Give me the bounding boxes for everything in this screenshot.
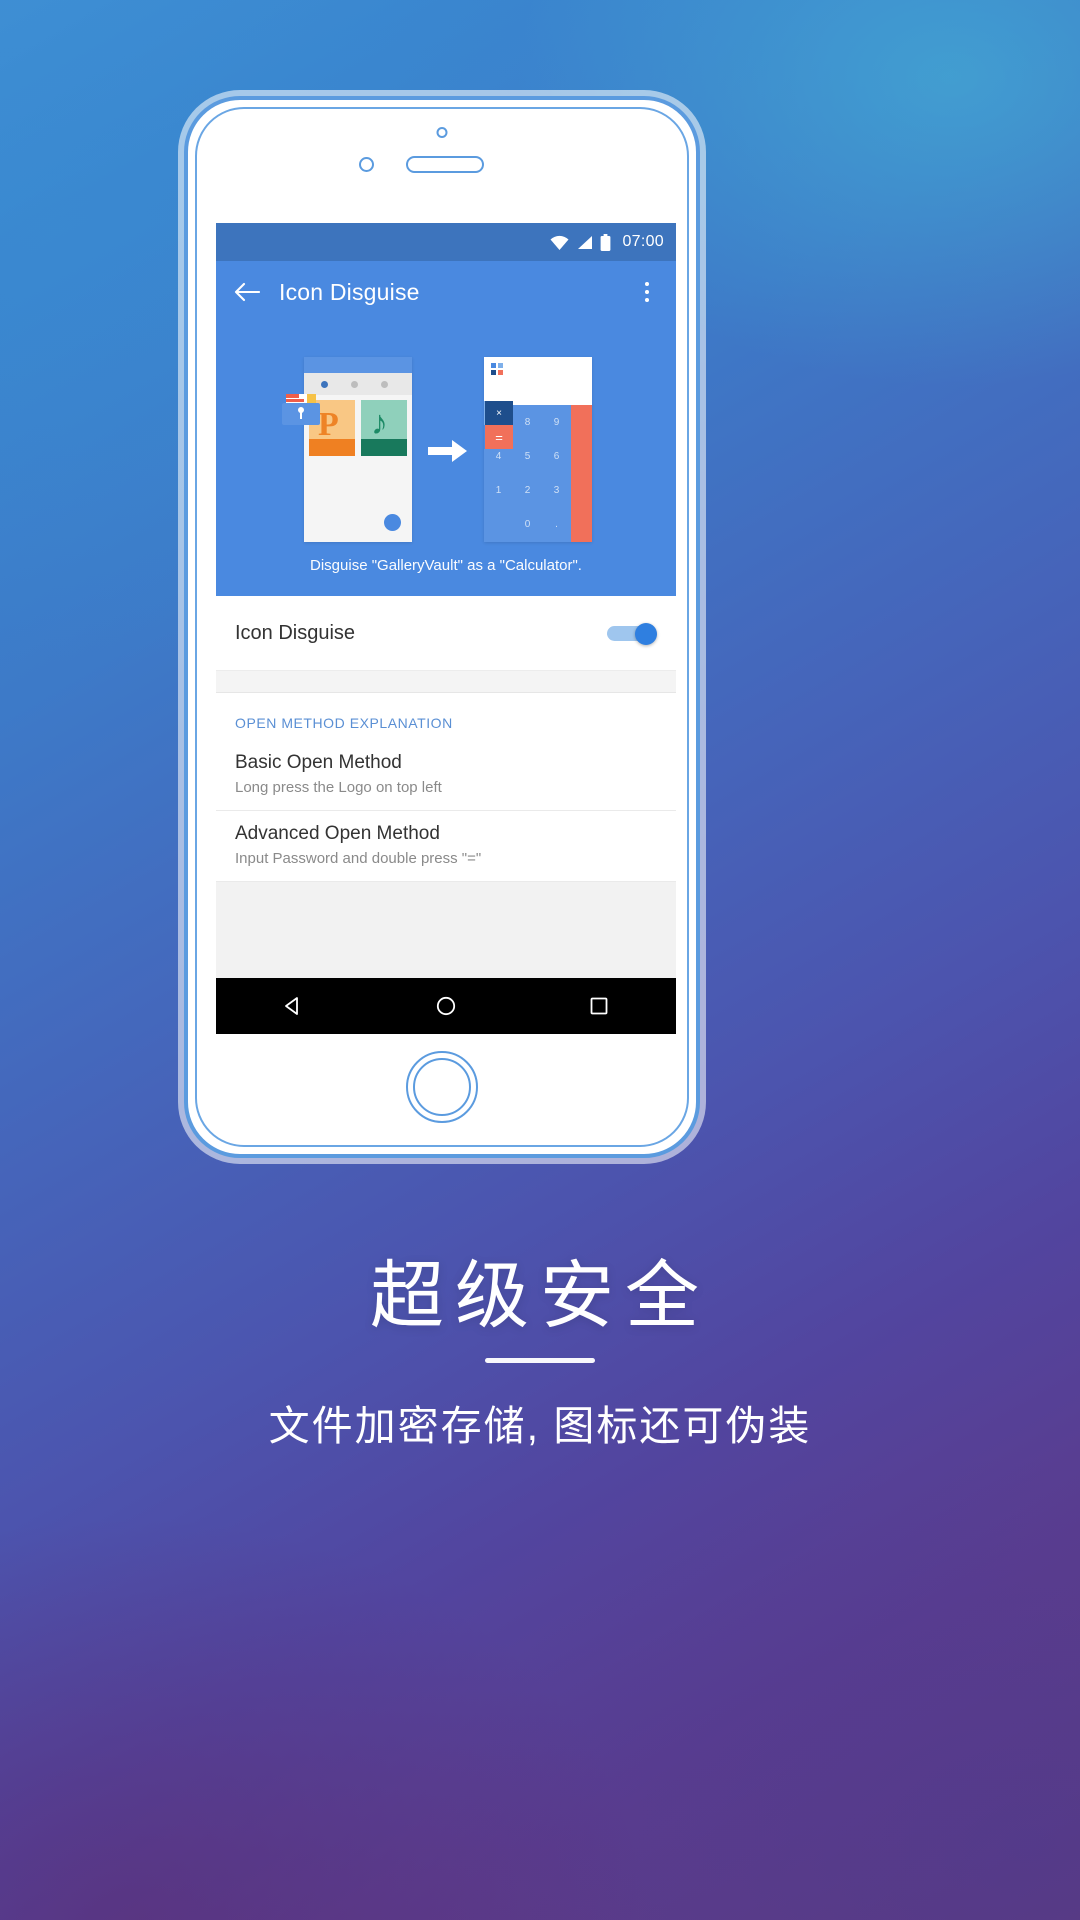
phone-front-camera: [359, 157, 374, 172]
gallery-app-mock: P ♪: [304, 357, 412, 542]
gallery-mock-statusbar: [304, 357, 412, 373]
calc-key: 3: [553, 485, 560, 497]
page-title: Icon Disguise: [279, 278, 420, 305]
android-navigation-bar: [216, 978, 676, 1034]
hero-caption: Disguise "GalleryVault" as a "Calculator…: [310, 557, 582, 574]
right-arrow-icon: [428, 439, 468, 463]
section-divider: [216, 671, 676, 693]
disguise-illustration: P ♪ 8 9 4 5 6 1 2 3 0 . × =: [216, 351, 676, 542]
calc-key: 9: [553, 416, 560, 428]
calc-key: .: [555, 519, 558, 531]
nav-home-icon[interactable]: [429, 989, 463, 1023]
lock-keyhole: [298, 407, 304, 419]
calc-key: 0: [524, 519, 531, 531]
phone-screen: 07:00 Icon Disguise P ♪ 8 9 4 5 6 1 2 3 …: [216, 223, 676, 1040]
back-arrow-icon[interactable]: [232, 277, 262, 307]
gallery-tile-left-glyph: P: [318, 406, 339, 443]
status-bar-clock: 07:00: [622, 233, 664, 250]
icon-disguise-label: Icon Disguise: [235, 621, 356, 644]
gallery-tile-music: ♪: [361, 400, 407, 456]
gallery-mock-tabs: [304, 373, 412, 395]
open-method-section-header: OPEN METHOD EXPLANATION: [216, 693, 676, 740]
calculator-mock-display: [484, 357, 592, 405]
headline-divider: [485, 1358, 595, 1363]
calculator-app-mock: 7 8 9 4 5 6 1 2 3 0 .: [484, 357, 592, 542]
icon-disguise-row[interactable]: Icon Disguise: [216, 596, 676, 671]
calc-op-times: ×: [485, 401, 513, 425]
calc-key: 1: [495, 485, 502, 497]
nav-recents-icon[interactable]: [582, 989, 616, 1023]
wifi-icon: [550, 235, 569, 250]
hero-illustration-panel: P ♪ 8 9 4 5 6 1 2 3 0 . × = Disguise "Ga…: [216, 323, 676, 596]
calc-key: 5: [524, 450, 531, 462]
icon-disguise-toggle[interactable]: [607, 622, 657, 645]
status-bar: 07:00: [216, 223, 676, 261]
calculator-operator-keys: − × + =: [484, 401, 513, 449]
calc-key: 2: [524, 485, 531, 497]
marketing-headline: 超级安全: [370, 1254, 710, 1337]
gallery-tile-right-glyph: ♪: [371, 404, 388, 442]
list-item-basic-open-method[interactable]: Basic Open Method Long press the Logo on…: [216, 740, 676, 811]
gallery-mock-grid: P ♪: [304, 395, 412, 456]
calculator-side-column: [571, 405, 592, 542]
calc-key: [484, 508, 513, 542]
list-item-subtitle: Long press the Logo on top left: [235, 779, 442, 796]
phone-earpiece-speaker: [406, 156, 484, 173]
nav-back-icon[interactable]: [276, 989, 310, 1023]
list-item-advanced-open-method[interactable]: Advanced Open Method Input Password and …: [216, 811, 676, 882]
battery-icon: [600, 233, 611, 251]
phone-top-sensor: [436, 127, 448, 138]
overflow-menu-icon[interactable]: [634, 277, 660, 307]
calc-op-equals: =: [485, 425, 513, 449]
phone-home-button[interactable]: [406, 1051, 478, 1123]
list-item-title: Advanced Open Method: [235, 823, 440, 844]
list-item-title: Basic Open Method: [235, 752, 402, 773]
empty-area: [216, 882, 676, 978]
lock-body: [282, 403, 320, 425]
lock-icon: [282, 394, 320, 425]
marketing-subline: 文件加密存储, 图标还可伪装: [268, 1403, 812, 1449]
gallery-mock-fab: [384, 514, 401, 531]
list-item-subtitle: Input Password and double press "=": [235, 850, 482, 867]
calc-key: 8: [524, 416, 531, 428]
calculator-app-badge-icon: [491, 363, 504, 376]
signal-icon: [576, 235, 593, 250]
phone-mockup: 07:00 Icon Disguise P ♪ 8 9 4 5 6 1 2 3 …: [184, 96, 700, 1158]
status-bar-icons: [550, 233, 611, 251]
app-toolbar: Icon Disguise: [216, 261, 676, 323]
calc-key: 6: [553, 450, 560, 462]
